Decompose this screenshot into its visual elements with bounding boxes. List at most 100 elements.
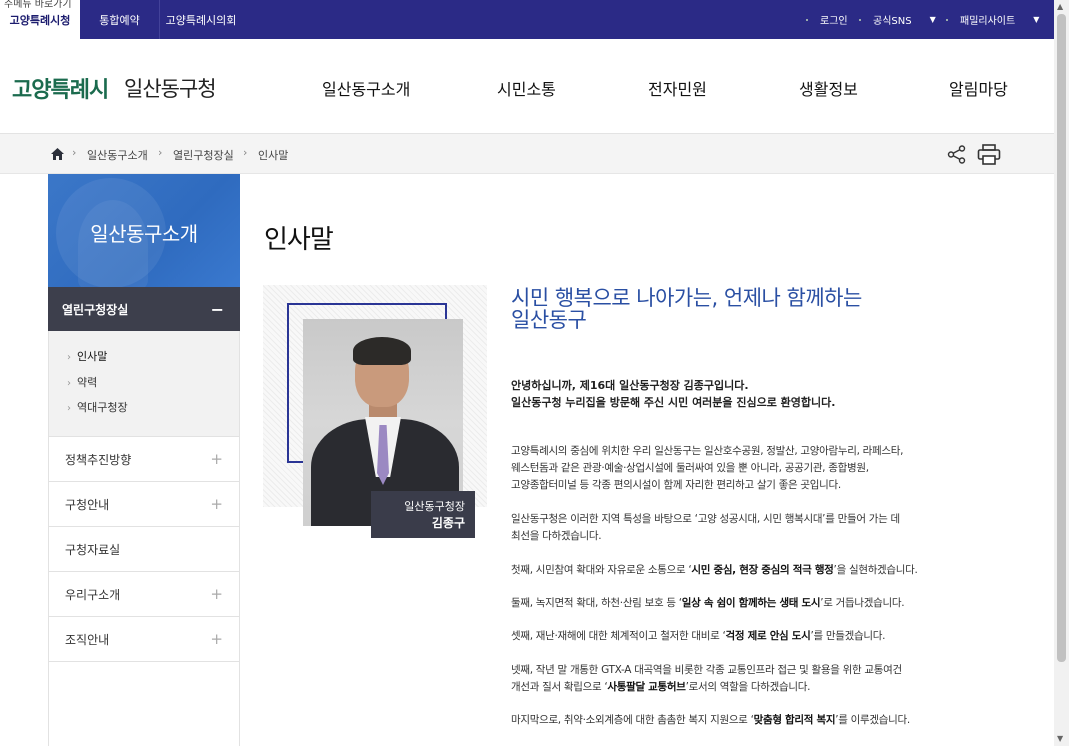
plus-icon: + (210, 630, 223, 648)
scroll-down-arrow-icon[interactable]: ▼ (1057, 734, 1063, 743)
gnb-item-life-info[interactable]: 생활정보 (799, 76, 858, 100)
login-link[interactable]: 로그인 (806, 0, 848, 39)
sidebar-item-organization[interactable]: 조직안내 + (48, 616, 240, 661)
breadcrumb-item[interactable]: 열린구청장실 (173, 147, 234, 163)
vertical-scrollbar[interactable]: ▲ ▼ (1054, 0, 1069, 746)
paragraph-fourth: 넷째, 작년 말 개통한 GTX-A 대곡역을 비롯한 각종 교통인프라 접근 … (511, 662, 1001, 696)
sidebar-item-label: 정책추진방향 (65, 452, 132, 467)
plus-icon: + (210, 585, 223, 603)
sidebar-item-label: 열린구청장실 (62, 302, 129, 317)
photo-hair (353, 337, 411, 365)
caption-name: 김종구 (431, 516, 465, 530)
sidebar-banner: 일산동구소개 (48, 174, 240, 287)
text-run: 둘째, 녹지면적 확대, 하천·산림 보호 등 ‘ (511, 597, 682, 609)
paragraph-line: 일산동구청은 이러한 지역 특성을 바탕으로 ‘고양 성공시대, 시민 행복시대… (511, 513, 900, 525)
tab-integrated-reservation[interactable]: 통합예약 (80, 0, 160, 39)
sidebar-title: 일산동구소개 (90, 222, 198, 246)
sidebar-item-label: 조직안내 (65, 632, 110, 647)
sidebar-subitem-greeting[interactable]: 인사말 (67, 348, 107, 364)
greeting-line: 안녕하십니까, 제16대 일산동구청장 김종구입니다. (511, 379, 749, 392)
paragraph-line: 웨스턴돔과 같은 관광·예술·상업시설에 둘러싸여 있을 뿐 아니라, 공공기관… (511, 462, 869, 474)
separator-dot (946, 18, 948, 21)
sns-label: 공식SNS (873, 16, 912, 27)
headline-line: 시민 행복으로 나아가는, 언제나 함께하는 (511, 286, 862, 310)
headline-line: 일산동구 (511, 308, 587, 332)
sidebar-item-district-info[interactable]: 우리구소개 + (48, 571, 240, 616)
text-bold: 일상 속 쉼이 함께하는 생태 도시 (681, 597, 821, 609)
chevron-right-icon: › (243, 146, 248, 159)
tab-label: 통합예약 (99, 13, 140, 27)
gnb-item-e-civil[interactable]: 전자민원 (648, 76, 707, 100)
tab-label: 고양특례시청 (9, 13, 71, 27)
sidebar-item-open-office[interactable]: 열린구청장실 − (48, 287, 240, 331)
paragraph-third: 셋째, 재난·재해에 대한 체계적이고 철저한 대비로 ‘걱정 제로 안심 도시… (511, 628, 1001, 645)
text-run: ’을 실현하겠습니다. (833, 564, 918, 576)
gnb-item-district-intro[interactable]: 일산동구소개 (322, 76, 410, 100)
gnb-item-notice[interactable]: 알림마당 (949, 76, 1008, 100)
separator-dot (859, 18, 861, 21)
sidebar-submenu: 인사말 약력 역대구청장 (48, 331, 240, 437)
photo-caption: 일산동구청장 김종구 (371, 491, 475, 538)
logo-main[interactable]: 고양특례시 (12, 72, 109, 104)
print-icon[interactable] (977, 143, 1001, 165)
paragraph-line: 고양특례시의 중심에 위치한 우리 일산동구는 일산호수공원, 정발산, 고양아… (511, 445, 904, 457)
sidebar-item-policy[interactable]: 정책추진방향 + (48, 436, 240, 481)
paragraph-line: 고양종합터미널 등 각종 편의시설이 함께 자리한 편리하고 살기 좋은 곳입니… (511, 479, 841, 491)
text-run: ’로서의 역할을 다하겠습니다. (685, 681, 811, 693)
top-utility-bar: 고양특례시청 통합예약 고양특례시의회 로그인 공식SNS ▼ 패밀리사이트 ▼ (0, 0, 1054, 39)
paragraph-fifth: 마지막으로, 취약·소외계층에 대한 촘촘한 복지 지원으로 ‘맞춤형 합리적 … (511, 712, 1001, 729)
paragraph-line: 넷째, 작년 말 개통한 GTX-A 대곡역을 비롯한 각종 교통인프라 접근 … (511, 664, 902, 676)
text-bold: 사통팔달 교통허브 (607, 681, 686, 693)
tab-label: 고양특례시의회 (165, 13, 237, 27)
plus-icon: + (210, 450, 223, 468)
text-run: ’를 이루겠습니다. (835, 714, 910, 726)
plus-icon: + (210, 495, 223, 513)
home-icon[interactable] (50, 147, 64, 161)
text-run: ’를 만들겠습니다. (810, 630, 886, 642)
page-title: 인사말 (264, 225, 334, 255)
paragraph-commitment: 일산동구청은 이러한 지역 특성을 바탕으로 ‘고양 성공시대, 시민 행복시대… (511, 511, 1001, 545)
text-bold: 맞춤형 합리적 복지 (753, 714, 836, 726)
text-bold: 걱정 제로 안심 도시 (725, 630, 811, 642)
text-run: 첫째, 시민참여 확대와 자유로운 소통으로 ‘ (511, 564, 692, 576)
text-run: 마지막으로, 취약·소외계층에 대한 촘촘한 복지 지원으로 ‘ (511, 714, 754, 726)
skip-link[interactable]: 주메뉴 바로가기 (0, 0, 76, 10)
text-run: ’로 거듭나겠습니다. (820, 597, 905, 609)
tab-city-council[interactable]: 고양특례시의회 (160, 0, 242, 39)
logo-sub[interactable]: 일산동구청 (124, 73, 217, 103)
site-header: 고양특례시 일산동구청 일산동구소개 시민소통 전자민원 생활정보 알림마당 (0, 39, 1054, 134)
gnb-item-citizen-comm[interactable]: 시민소통 (497, 76, 556, 100)
paragraph-first: 첫째, 시민참여 확대와 자유로운 소통으로 ‘시민 중심, 현장 중심의 적극… (511, 562, 1001, 579)
chevron-right-icon: › (158, 146, 163, 159)
family-site-dropdown[interactable]: 패밀리사이트 ▼ (946, 0, 1039, 39)
login-label: 로그인 (820, 16, 848, 27)
sns-dropdown[interactable]: 공식SNS ▼ (859, 0, 936, 39)
caption-role: 일산동구청장 (404, 500, 465, 513)
sidebar-item-label: 구청자료실 (65, 542, 121, 557)
paragraph-line: 개선과 질서 확립으로 ‘사통팔달 교통허브’로서의 역할을 다하겠습니다. (511, 679, 1001, 696)
breadcrumb-item[interactable]: 일산동구소개 (87, 147, 148, 163)
scrollbar-thumb[interactable] (1057, 14, 1066, 662)
greeting-headline: 시민 행복으로 나아가는, 언제나 함께하는 일산동구 (511, 287, 951, 331)
sidebar-subitem-profile[interactable]: 약력 (67, 374, 97, 390)
family-site-label: 패밀리사이트 (960, 16, 1016, 27)
paragraph-intro: 고양특례시의 중심에 위치한 우리 일산동구는 일산호수공원, 정발산, 고양아… (511, 443, 1001, 494)
sidebar-item-archive[interactable]: 구청자료실 (48, 526, 240, 571)
text-bold: 시민 중심, 현장 중심의 적극 행정 (691, 564, 834, 576)
caret-down-icon: ▼ (1033, 15, 1040, 24)
sidebar-subitem-past-heads[interactable]: 역대구청장 (67, 399, 128, 415)
sidebar-item-label: 구청안내 (65, 497, 110, 512)
sidebar-item-label: 우리구소개 (65, 587, 121, 602)
greeting-line: 일산동구청 누리집을 방문해 주신 시민 여러분을 진심으로 환영합니다. (511, 396, 836, 409)
paragraph-second: 둘째, 녹지면적 확대, 하천·산림 보호 등 ‘일상 속 쉼이 함께하는 생태… (511, 595, 1001, 612)
breadcrumb-item-current: 인사말 (258, 149, 289, 162)
caret-down-icon: ▼ (929, 15, 936, 24)
share-icon[interactable] (946, 144, 966, 164)
sidebar-empty-area (48, 661, 240, 746)
paragraph-line: 최선을 다하겠습니다. (511, 530, 602, 542)
chevron-right-icon: › (72, 146, 77, 159)
breadcrumb: › 일산동구소개 › 열린구청장실 › 인사말 (0, 134, 1054, 174)
text-run: 개선과 질서 확립으로 ‘ (511, 681, 608, 693)
sidebar-item-office-guide[interactable]: 구청안내 + (48, 481, 240, 526)
scroll-up-arrow-icon[interactable]: ▲ (1057, 2, 1063, 11)
